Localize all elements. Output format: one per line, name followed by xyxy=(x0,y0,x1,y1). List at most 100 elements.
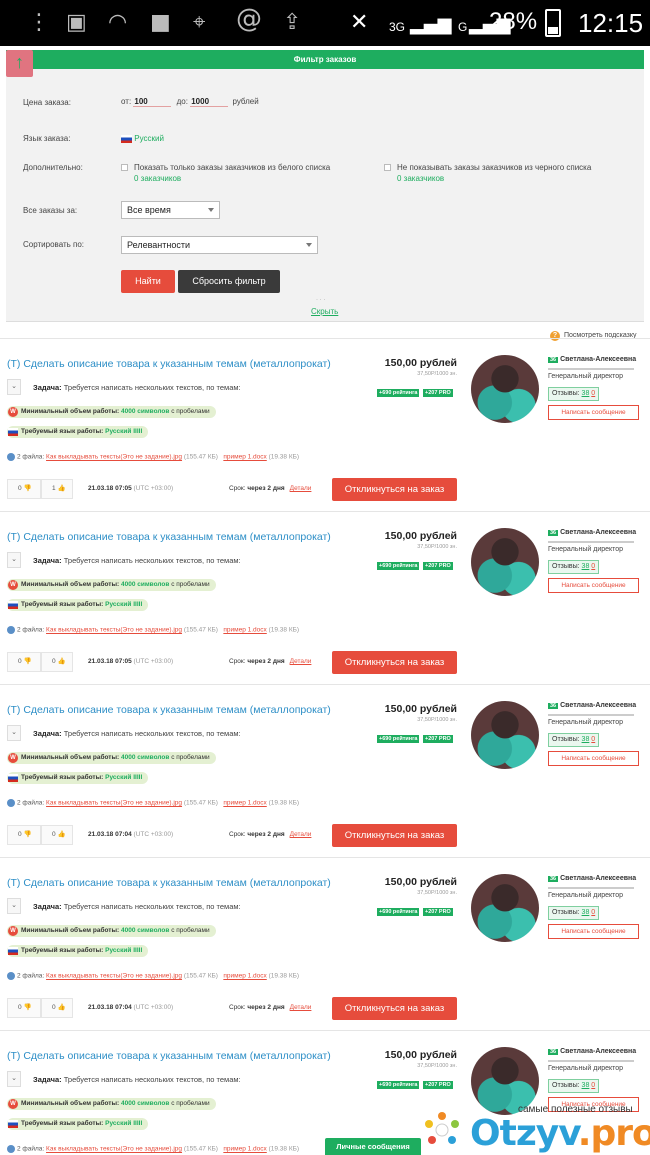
reset-filter-button[interactable]: Сбросить фильтр xyxy=(178,270,280,293)
min-volume-pill: W Минимальный объем работы: 4000 символо… xyxy=(7,925,216,937)
task-text: Требуется написать нескольких текстов, п… xyxy=(63,1075,241,1084)
signal-icon: ▂▄▆ xyxy=(410,14,452,35)
sort-label: Сортировать по: xyxy=(23,240,85,249)
price-from-input[interactable]: 100 xyxy=(133,97,172,107)
expand-button[interactable]: ⌄ xyxy=(7,1071,21,1087)
dislike-button[interactable]: 0 👎 xyxy=(7,479,41,499)
expand-button[interactable]: ⌄ xyxy=(7,379,21,395)
customer-reviews[interactable]: Отзывы: 38 0 xyxy=(548,560,600,574)
dislike-button[interactable]: 0 👎 xyxy=(7,825,41,845)
image-icon: ▣ xyxy=(66,10,87,35)
personal-messages-button[interactable]: Личные сообщения xyxy=(325,1138,421,1155)
order-title[interactable]: (T) Сделать описание товара к указанным … xyxy=(7,358,331,370)
dislike-button[interactable]: 0 👎 xyxy=(7,998,41,1018)
dislike-button[interactable]: 0 👎 xyxy=(7,652,41,672)
file-link[interactable]: Как выкладывать тексты(Это не задание).j… xyxy=(46,627,182,634)
like-button[interactable]: 0 👍 xyxy=(41,998,73,1018)
customer-name[interactable]: 36 Светлана-Алексеевна xyxy=(548,702,636,709)
required-language-pill: Требуемый язык работы: Русский IIIII xyxy=(7,1118,149,1130)
customer-name[interactable]: 36 Светлана-Алексеевна xyxy=(548,356,636,363)
details-link[interactable]: Детали xyxy=(290,485,312,492)
rating-badge: +690 рейтинга xyxy=(377,389,420,397)
write-message-button[interactable]: Написать сообщение xyxy=(548,924,639,939)
chevron-down-icon xyxy=(208,208,214,212)
write-message-button[interactable]: Написать сообщение xyxy=(548,751,639,766)
task-text: Требуется написать нескольких текстов, п… xyxy=(63,383,241,392)
whitelist-count[interactable]: 0 заказчиков xyxy=(134,174,330,183)
network-type: 3G xyxy=(389,20,406,34)
details-link[interactable]: Детали xyxy=(290,658,312,665)
blacklist-checkbox[interactable] xyxy=(384,164,391,172)
whitelist-option[interactable]: Показать только заказы заказчиков из бел… xyxy=(121,163,330,183)
video-icon: ■ xyxy=(150,10,171,35)
hide-filter-link[interactable]: Скрыть xyxy=(311,307,338,316)
rating-badge: +690 рейтинга xyxy=(377,908,420,916)
customer-role: Генеральный директор xyxy=(548,719,624,726)
write-message-button[interactable]: Написать сообщение xyxy=(548,578,639,593)
expand-button[interactable]: ⌄ xyxy=(7,898,21,914)
customer-name[interactable]: 36 Светлана-Алексеевна xyxy=(548,1048,636,1055)
min-volume-value: 4000 символов xyxy=(120,581,170,588)
customer-name[interactable]: 36 Светлана-Алексеевна xyxy=(548,529,636,536)
file-link[interactable]: Как выкладывать тексты(Это не задание).j… xyxy=(46,1146,182,1153)
like-button[interactable]: 0 👍 xyxy=(41,825,73,845)
expand-button[interactable]: ⌄ xyxy=(7,725,21,741)
price-from-label: от: xyxy=(121,97,132,106)
expand-button[interactable]: ⌄ xyxy=(7,552,21,568)
order-title[interactable]: (T) Сделать описание товара к указанным … xyxy=(7,1050,331,1062)
file-link[interactable]: Как выкладывать тексты(Это не задание).j… xyxy=(46,454,182,461)
file-icon xyxy=(7,1145,15,1153)
file-icon xyxy=(7,972,15,980)
battery-icon xyxy=(545,9,561,37)
details-link[interactable]: Детали xyxy=(290,1004,312,1011)
order-price-per-1000: 37,50Р/1000 зн. xyxy=(417,890,457,896)
file-link[interactable]: Как выкладывать тексты(Это не задание).j… xyxy=(46,973,182,980)
respond-button[interactable]: Откликнуться на заказ xyxy=(332,997,457,1020)
like-button[interactable]: 0 👍 xyxy=(41,652,73,672)
period-select[interactable]: Все время xyxy=(121,201,220,219)
customer-avatar[interactable] xyxy=(471,701,539,769)
order-title[interactable]: (T) Сделать описание товара к указанным … xyxy=(7,531,331,543)
price-currency: рублей xyxy=(232,97,259,106)
order-price: 150,00 рублей xyxy=(384,703,457,715)
customer-reviews[interactable]: Отзывы: 38 0 xyxy=(548,1079,600,1093)
file-size: (155.47 КБ) xyxy=(183,453,218,461)
file-link[interactable]: пример 1.docx xyxy=(223,800,266,807)
customer-reviews[interactable]: Отзывы: 38 0 xyxy=(548,733,600,747)
order-title[interactable]: (T) Сделать описание товара к указанным … xyxy=(7,704,331,716)
like-button[interactable]: 1 👍 xyxy=(41,479,73,499)
blacklist-count[interactable]: 0 заказчиков xyxy=(397,174,591,183)
whitelist-checkbox[interactable] xyxy=(121,164,128,172)
respond-button[interactable]: Откликнуться на заказ xyxy=(332,651,457,674)
file-link[interactable]: пример 1.docx xyxy=(223,454,266,461)
find-button[interactable]: Найти xyxy=(121,270,175,293)
order-files: 2 файла: Как выкладывать тексты(Это не з… xyxy=(7,799,299,807)
file-link[interactable]: Как выкладывать тексты(Это не задание).j… xyxy=(46,800,182,807)
pro-badge: +207 PRO xyxy=(423,389,453,397)
customer-avatar[interactable] xyxy=(471,355,539,423)
scroll-up-button[interactable]: ↑ xyxy=(6,50,33,77)
files-count: 2 файла: xyxy=(17,799,45,807)
customer-reviews[interactable]: Отзывы: 38 0 xyxy=(548,906,600,920)
price-to-label: до: xyxy=(176,97,188,106)
file-link[interactable]: пример 1.docx xyxy=(223,1146,266,1153)
customer-avatar[interactable] xyxy=(471,874,539,942)
customer-avatar[interactable] xyxy=(471,528,539,596)
order-date: 21.03.18 07:04 (UTC +03:00) xyxy=(88,1004,174,1011)
language-select[interactable]: Русский xyxy=(121,134,164,143)
customer-name[interactable]: 36 Светлана-Алексеевна xyxy=(548,875,636,882)
respond-button[interactable]: Откликнуться на заказ xyxy=(332,478,457,501)
file-link[interactable]: пример 1.docx xyxy=(223,973,266,980)
order-title[interactable]: (T) Сделать описание товара к указанным … xyxy=(7,877,331,889)
details-link[interactable]: Детали xyxy=(290,831,312,838)
sort-select[interactable]: Релевантности xyxy=(121,236,318,254)
customer-reviews[interactable]: Отзывы: 38 0 xyxy=(548,387,600,401)
price-to-input[interactable]: 1000 xyxy=(190,97,229,107)
blacklist-option[interactable]: Не показывать заказы заказчиков из черно… xyxy=(384,163,591,183)
order-price: 150,00 рублей xyxy=(384,357,457,369)
write-message-button[interactable]: Написать сообщение xyxy=(548,405,639,420)
respond-button[interactable]: Откликнуться на заказ xyxy=(332,824,457,847)
file-link[interactable]: пример 1.docx xyxy=(223,627,266,634)
level-badge: 36 xyxy=(548,1049,559,1055)
task-text: Требуется написать нескольких текстов, п… xyxy=(63,729,241,738)
